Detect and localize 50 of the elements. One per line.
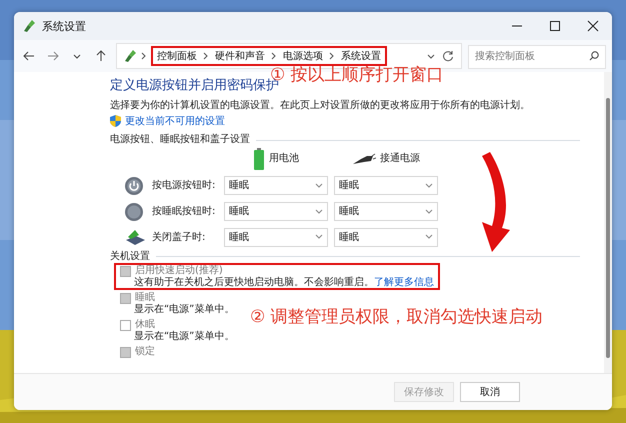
control-panel-icon (123, 49, 137, 63)
checkbox-label: 睡眠 (135, 292, 155, 304)
caret-icon (425, 234, 433, 240)
checkbox-label: 休眠 (135, 319, 155, 331)
option-description: 显示在“电源”菜单中。 (133, 304, 234, 316)
chevron-icon (271, 52, 277, 60)
refresh-icon[interactable] (441, 49, 455, 63)
admin-settings-link[interactable]: 更改当前不可用的设置 (125, 116, 225, 128)
scrollbar[interactable] (604, 72, 612, 373)
caret-icon (315, 234, 323, 240)
row-label: 按电源按钮时: (152, 180, 216, 192)
dropdown[interactable]: 睡眠 (224, 176, 328, 196)
dropdown[interactable]: 睡眠 (334, 228, 438, 247)
breadcrumb-item[interactable]: 硬件和声音 (215, 49, 265, 63)
caret-icon (315, 208, 323, 215)
caret-icon (315, 182, 323, 189)
checkbox-label: 启用快速启动(推荐) (135, 265, 223, 276)
breadcrumb-item[interactable]: 控制面板 (157, 49, 197, 63)
breadcrumb-item[interactable]: 电源选项 (283, 49, 323, 63)
chevron-icon (203, 52, 209, 60)
page-description: 选择要为你的计算机设置的电源设置。在此页上对设置所做的更改将应用于你所有的电源计划。 (110, 100, 531, 112)
caret-icon (425, 208, 433, 215)
search-icon (588, 50, 600, 62)
battery-icon (253, 148, 265, 170)
option-description: 显示在“电源”菜单中。 (133, 330, 234, 342)
annotation-text: ② 调整管理员权限，取消勾选快速启动 (250, 308, 543, 327)
row-label: 关闭盖子时: (152, 232, 206, 244)
checkbox-label: 锁定 (135, 346, 155, 358)
caret-icon (425, 182, 433, 189)
chevron-icon (141, 52, 147, 60)
option-description: 这有助于在关机之后更快地启动电脑。不会影响重启。了解更多信息 (133, 276, 434, 288)
section-title: 电源按钮、睡眠按钮和盖子设置 (110, 134, 250, 146)
window-title: 系统设置 (42, 18, 86, 34)
breadcrumb-item[interactable]: 系统设置 (341, 49, 381, 63)
control-panel-icon (22, 19, 36, 33)
dropdown[interactable]: 睡眠 (224, 228, 328, 247)
chevron-icon (329, 52, 335, 60)
dropdown[interactable]: 睡眠 (334, 202, 438, 222)
column-header: 接通电源 (380, 153, 420, 165)
plug-icon (352, 152, 376, 165)
shield-icon (110, 115, 121, 128)
laptop-icon (124, 228, 146, 246)
dropdown[interactable]: 睡眠 (334, 176, 438, 196)
row-label: 按睡眠按钮时: (152, 206, 216, 218)
dropdown[interactable]: 睡眠 (224, 202, 328, 222)
column-header: 用电池 (269, 153, 299, 165)
cancel-button[interactable]: 取消 (460, 382, 520, 402)
section-title: 关机设置 (110, 250, 150, 262)
search-field[interactable]: 搜索控制面板 (468, 44, 606, 68)
power-icon (124, 176, 144, 196)
